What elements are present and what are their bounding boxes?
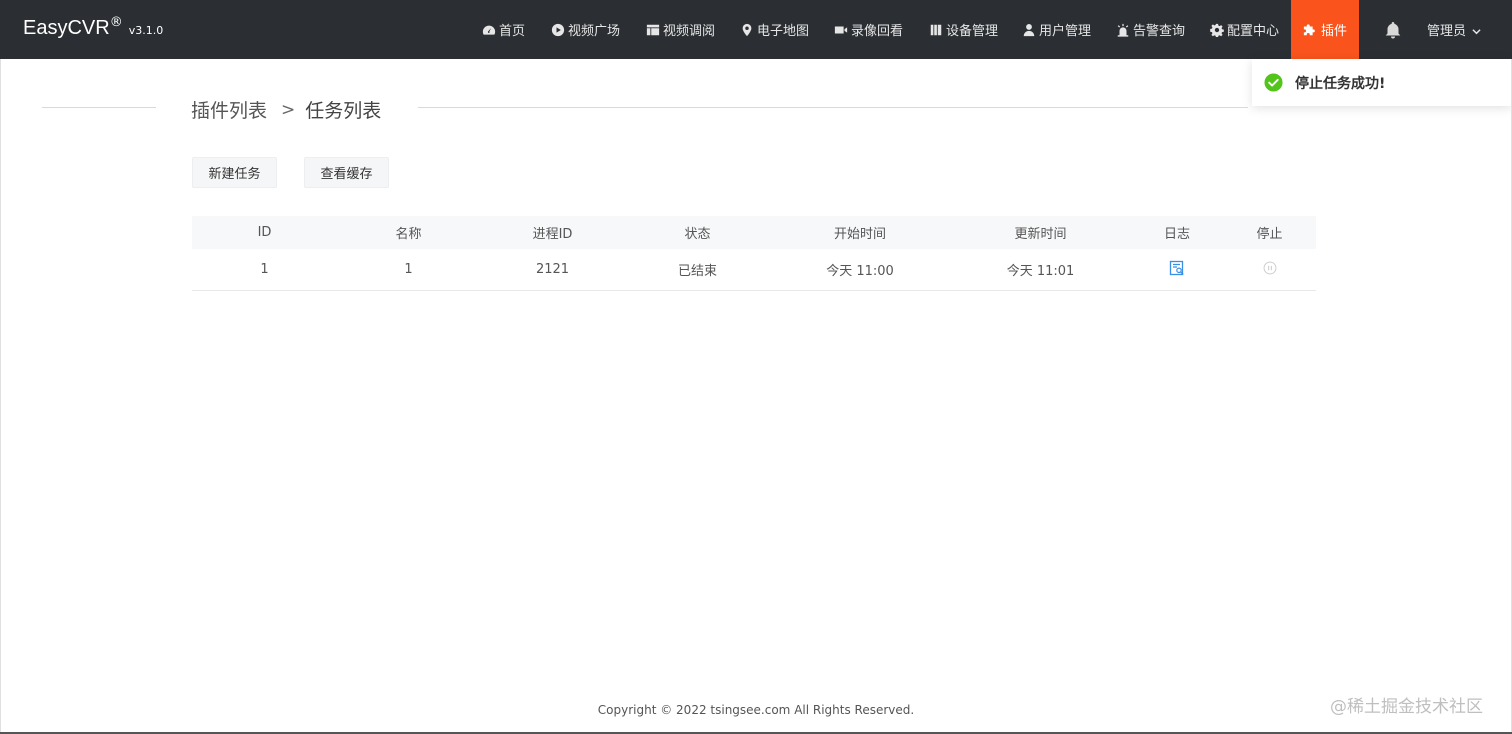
watermark-text: @稀土掘金技术社区 bbox=[1330, 697, 1483, 717]
cell-log bbox=[1131, 249, 1223, 290]
column-header-start-time: 开始时间 bbox=[833, 227, 886, 242]
nav-item-label: 插件 bbox=[1320, 24, 1347, 39]
cell-update-time: 今天 11:01 bbox=[1006, 264, 1075, 279]
chevron-down-icon bbox=[1472, 25, 1481, 35]
video-camera-icon bbox=[833, 22, 848, 37]
nav-item-map[interactable]: 电子地图 bbox=[739, 0, 809, 59]
new-task-button[interactable]: 新建任务 bbox=[192, 157, 277, 188]
column-header-status: 状态 bbox=[684, 227, 711, 242]
nav-item-label: 配置中心 bbox=[1227, 24, 1280, 39]
dashboard-icon bbox=[481, 22, 496, 37]
user-icon bbox=[1021, 22, 1036, 37]
nav-item-label: 告警查询 bbox=[1133, 24, 1186, 39]
brand-logo[interactable]: EasyCVR® v3.1.0 bbox=[23, 15, 164, 40]
nav-item-plugins[interactable]: 插件 bbox=[1291, 0, 1359, 59]
cell-status: 已结束 bbox=[677, 264, 717, 279]
nav-item-devices[interactable]: 设备管理 bbox=[928, 0, 998, 59]
check-circle-icon bbox=[1264, 73, 1283, 92]
top-navbar: EasyCVR® v3.1.0 首页 视频广场 视频调阅 电子地图 录像回看 设… bbox=[0, 0, 1512, 59]
cell-stop bbox=[1223, 249, 1316, 290]
divider-line bbox=[42, 107, 156, 108]
column-header-id: ID bbox=[257, 225, 272, 240]
toast-message: 停止任务成功! bbox=[1295, 75, 1386, 92]
nav-item-playback[interactable]: 录像回看 bbox=[833, 0, 903, 59]
nav-item-label: 视频广场 bbox=[568, 24, 621, 39]
cell-name: 1 bbox=[404, 262, 413, 277]
map-pin-icon bbox=[739, 22, 754, 37]
nav-item-alarms[interactable]: 告警查询 bbox=[1115, 0, 1185, 59]
column-header-update-time: 更新时间 bbox=[1014, 227, 1067, 242]
nav-item-label: 设备管理 bbox=[946, 24, 999, 39]
device-icon bbox=[928, 22, 943, 37]
user-menu[interactable]: 管理员 bbox=[1427, 0, 1481, 59]
nav-item-video-square[interactable]: 视频广场 bbox=[550, 0, 620, 59]
nav-item-label: 电子地图 bbox=[757, 24, 810, 39]
pause-circle-icon[interactable] bbox=[1263, 261, 1277, 279]
nav-item-video-view[interactable]: 视频调阅 bbox=[645, 0, 715, 59]
breadcrumb-separator: > bbox=[281, 99, 296, 120]
nav-item-users[interactable]: 用户管理 bbox=[1021, 0, 1091, 59]
nav-item-label: 视频调阅 bbox=[663, 24, 716, 39]
play-circle-icon bbox=[550, 22, 565, 37]
breadcrumb-parent[interactable]: 插件列表 bbox=[191, 96, 267, 123]
cell-start-time: 今天 11:00 bbox=[826, 264, 894, 279]
footer-copyright: Copyright © 2022 tsingsee.com All Rights… bbox=[597, 703, 915, 717]
nav-item-config[interactable]: 配置中心 bbox=[1209, 0, 1279, 59]
nav-item-label: 录像回看 bbox=[851, 24, 904, 39]
user-name: 管理员 bbox=[1427, 24, 1467, 39]
grid-layout-icon bbox=[645, 22, 660, 37]
column-header-stop: 停止 bbox=[1256, 227, 1283, 242]
cell-id: 1 bbox=[260, 262, 269, 277]
nav-item-home[interactable]: 首页 bbox=[481, 0, 525, 59]
window-border bbox=[0, 59, 1, 734]
table-row: 1 1 2121 已结束 今天 11:00 今天 11:01 bbox=[192, 249, 1316, 291]
log-view-icon[interactable] bbox=[1169, 260, 1185, 280]
nav-item-label: 用户管理 bbox=[1039, 24, 1092, 39]
breadcrumb-current: 任务列表 bbox=[305, 100, 382, 122]
gear-icon bbox=[1209, 22, 1224, 37]
brand-name: EasyCVR bbox=[23, 17, 110, 39]
puzzle-icon bbox=[1303, 22, 1318, 37]
task-table: ID 名称 进程ID 状态 开始时间 更新时间 日志 停止 1 1 2121 已… bbox=[192, 216, 1316, 291]
column-header-log: 日志 bbox=[1163, 227, 1190, 242]
divider-line bbox=[418, 107, 1248, 108]
brand-version: v3.1.0 bbox=[128, 24, 164, 37]
view-cache-button[interactable]: 查看缓存 bbox=[304, 157, 389, 188]
brand-registered-mark: ® bbox=[109, 15, 123, 30]
success-toast: 停止任务成功! bbox=[1252, 59, 1512, 106]
cell-pid: 2121 bbox=[535, 262, 570, 277]
column-header-pid: 进程ID bbox=[532, 227, 573, 242]
column-header-name: 名称 bbox=[395, 227, 422, 242]
table-header: ID 名称 进程ID 状态 开始时间 更新时间 日志 停止 bbox=[192, 216, 1316, 249]
breadcrumb: 插件列表 > 任务列表 bbox=[191, 96, 381, 123]
notification-bell-icon[interactable] bbox=[1383, 20, 1403, 40]
alarm-icon bbox=[1115, 22, 1130, 37]
nav-item-label: 首页 bbox=[499, 24, 526, 39]
